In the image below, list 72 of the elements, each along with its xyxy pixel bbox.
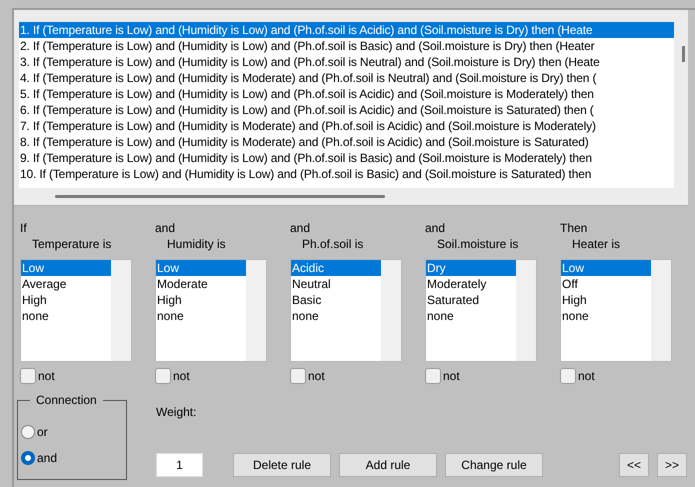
- not-label: not: [443, 369, 460, 383]
- rule-item[interactable]: 2. If (Temperature is Low) and (Humidity is Low) and (Ph.of.soil is Basic) and (Soil.moisture is Dry) then (Heater: [19, 38, 674, 54]
- option-item[interactable]: Neutral: [291, 276, 381, 292]
- rule-item[interactable]: 5. If (Temperature is Low) and (Humidity is Low) and (Ph.of.soil is Acidic) and (Soil.moisture is Moderately) then: [19, 86, 674, 102]
- rule-item[interactable]: 9. If (Temperature is Low) and (Humidity is Low) and (Ph.of.soil is Basic) and (Soil.moisture is Moderately) then: [19, 150, 674, 166]
- not-checkbox[interactable]: [290, 368, 306, 384]
- rule-item[interactable]: 3. If (Temperature is Low) and (Humidity is Low) and (Ph.of.soil is Neutral) and (Soil.moisture is Dry) then (Heate: [19, 54, 674, 70]
- scrollbar-track[interactable]: [381, 260, 401, 361]
- variable-label: Humidity is: [167, 236, 227, 252]
- option-item[interactable]: Basic: [291, 292, 381, 308]
- variable-label: Soil.moisture is: [437, 236, 520, 252]
- option-item[interactable]: Acidic: [291, 260, 381, 276]
- rule-item[interactable]: 8. If (Temperature is Low) and (Humidity is Moderate) and (Ph.of.soil is Acidic) and (Soil.moisture is Saturated): [19, 134, 674, 150]
- connector-label: If: [20, 220, 28, 236]
- scrollbar-track[interactable]: [651, 260, 671, 361]
- option-item[interactable]: Low: [561, 260, 651, 276]
- connector-label: and: [290, 220, 312, 236]
- not-label: not: [578, 369, 595, 383]
- not-label: not: [308, 369, 325, 383]
- options-listbox[interactable]: Low Moderate High none: [155, 259, 267, 362]
- radio-button[interactable]: [21, 451, 35, 465]
- option-item[interactable]: none: [561, 308, 651, 324]
- option-item[interactable]: Average: [21, 276, 111, 292]
- options-listbox[interactable]: Low Average High none: [20, 259, 132, 362]
- scrollbar-track[interactable]: [516, 260, 536, 361]
- scrollbar-track[interactable]: [111, 260, 131, 361]
- not-label: not: [38, 369, 55, 383]
- connector-label: Then: [560, 220, 588, 236]
- variable-label: Temperature is: [32, 236, 112, 252]
- variable-label: Ph.of.soil is: [302, 236, 364, 252]
- rule-item[interactable]: 10. If (Temperature is Low) and (Humidity is Low) and (Ph.of.soil is Basic) and (Soil.moisture is Saturated) then: [19, 166, 674, 182]
- option-item[interactable]: High: [156, 292, 246, 308]
- rule-item[interactable]: 7. If (Temperature is Low) and (Humidity is Moderate) and (Ph.of.soil is Acidic) and (Soil.moisture is Moderately): [19, 118, 674, 134]
- option-item[interactable]: Saturated: [426, 292, 516, 308]
- option-item[interactable]: Low: [156, 260, 246, 276]
- option-item[interactable]: Off: [561, 276, 651, 292]
- option-item[interactable]: Moderately: [426, 276, 516, 292]
- option-item[interactable]: Low: [21, 260, 111, 276]
- not-label: not: [173, 369, 190, 383]
- weight-label: Weight:: [156, 404, 198, 420]
- connector-label: and: [155, 220, 176, 236]
- radio-label: and: [37, 451, 58, 465]
- connector-label: and: [425, 220, 446, 236]
- rule-button[interactable]: Add rule: [339, 453, 437, 477]
- nav-button[interactable]: >>: [657, 453, 687, 477]
- rule-item[interactable]: 1. If (Temperature is Low) and (Humidity is Low) and (Ph.of.soil is Acidic) and (Soil.moisture is Dry) then (Heate: [19, 22, 674, 38]
- not-checkbox[interactable]: [425, 368, 441, 384]
- scrollbar-track[interactable]: [246, 260, 266, 361]
- option-item[interactable]: none: [21, 308, 111, 324]
- rule-item[interactable]: 4. If (Temperature is Low) and (Humidity is Moderate) and (Ph.of.soil is Neutral) and (Soil.moisture is Dry) then (: [19, 70, 674, 86]
- option-item[interactable]: none: [291, 308, 381, 324]
- radio-label: or: [37, 425, 48, 439]
- option-item[interactable]: High: [561, 292, 651, 308]
- rule-button[interactable]: Delete rule: [233, 453, 331, 477]
- variable-label: Heater is: [572, 236, 622, 252]
- radio-button[interactable]: [21, 425, 35, 439]
- not-checkbox[interactable]: [20, 368, 36, 384]
- not-checkbox[interactable]: [155, 368, 171, 384]
- options-listbox[interactable]: Low Off High none: [560, 259, 672, 362]
- options-listbox[interactable]: Acidic Neutral Basic none: [290, 259, 402, 362]
- option-item[interactable]: none: [426, 308, 516, 324]
- not-checkbox[interactable]: [560, 368, 576, 384]
- option-item[interactable]: none: [156, 308, 246, 324]
- rule-list[interactable]: [19, 22, 688, 188]
- nav-button[interactable]: <<: [619, 453, 649, 477]
- rule-button[interactable]: Change rule: [445, 453, 543, 477]
- option-item[interactable]: Dry: [426, 260, 516, 276]
- weight-field[interactable]: 1: [156, 453, 203, 477]
- option-item[interactable]: Moderate: [156, 276, 246, 292]
- options-listbox[interactable]: Dry Moderately Saturated none: [425, 259, 537, 362]
- option-item[interactable]: High: [21, 292, 111, 308]
- rule-item[interactable]: 6. If (Temperature is Low) and (Humidity is Low) and (Ph.of.soil is Acidic) and (Soil.moisture is Saturated) then (: [19, 102, 674, 118]
